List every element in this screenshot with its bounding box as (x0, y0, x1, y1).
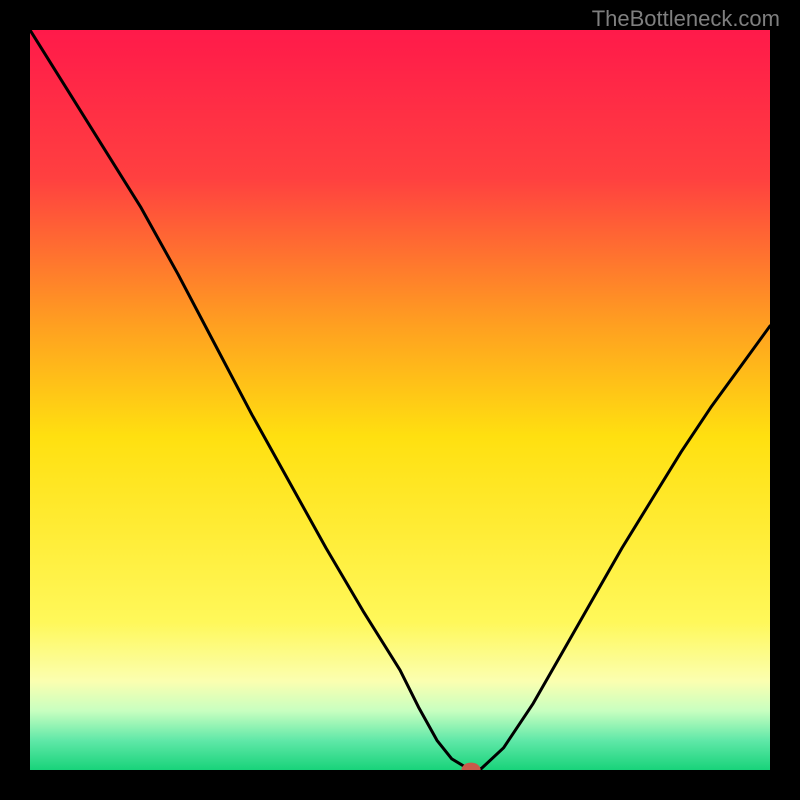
chart-svg (30, 30, 770, 770)
gradient-background (30, 30, 770, 770)
attribution-text: TheBottleneck.com (592, 6, 780, 32)
chart-frame: TheBottleneck.com (0, 0, 800, 800)
plot-area (30, 30, 770, 770)
